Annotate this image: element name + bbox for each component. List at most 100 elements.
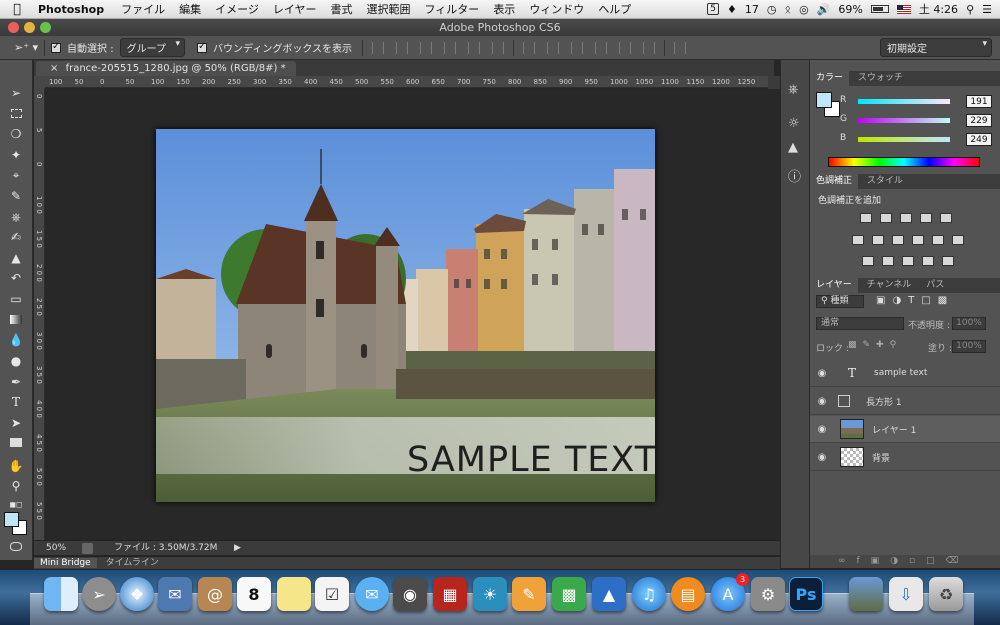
layer-name[interactable]: レイヤー 1: [872, 423, 916, 436]
color-balance-icon[interactable]: [872, 235, 884, 245]
path-selection-tool-icon[interactable]: ➤: [6, 414, 26, 432]
app-menu[interactable]: Photoshop: [34, 3, 114, 16]
canvas-sample-text[interactable]: SAMPLE TEXT: [407, 440, 655, 480]
blue-slider[interactable]: [858, 137, 950, 142]
vertical-ruler[interactable]: 0 5 0 1 0 0 1 5 0 2 0 0 2 5 0 3 0 0 3 5 0 4 0 0 4 …: [34, 88, 45, 540]
status-preview-icon[interactable]: [82, 543, 93, 554]
gradient-tool-icon[interactable]: [6, 311, 26, 329]
foreground-color-swatch[interactable]: [4, 512, 19, 527]
healing-brush-tool-icon[interactable]: ⎈: [6, 208, 26, 226]
menu-type[interactable]: 書式: [324, 1, 360, 17]
selective-color-icon[interactable]: [942, 256, 954, 266]
menu-view[interactable]: 表示: [486, 1, 522, 17]
color-fg-swatch[interactable]: [816, 92, 832, 108]
distribute-hcenter-icon[interactable]: [619, 41, 632, 54]
menu-help[interactable]: ヘルプ: [591, 1, 638, 17]
distribute-left-icon[interactable]: [595, 41, 608, 54]
distribute-bottom-icon[interactable]: [571, 41, 584, 54]
quick-mask-icon[interactable]: [6, 538, 26, 556]
layer-name[interactable]: 長方形 1: [866, 395, 902, 408]
creative-cloud-icon[interactable]: ♦: [727, 3, 737, 16]
time-machine-icon[interactable]: ◷: [767, 3, 777, 16]
input-source-flag-icon[interactable]: [896, 4, 911, 14]
menu-window[interactable]: ウィンドウ: [522, 1, 591, 17]
layer-style-icon[interactable]: f: [857, 556, 871, 566]
layer-name[interactable]: sample text: [874, 368, 927, 378]
finder-icon[interactable]: [44, 577, 78, 611]
photos-stack-icon[interactable]: [849, 577, 883, 611]
app-store-icon[interactable]: A 3: [711, 573, 749, 611]
menu-filter[interactable]: フィルター: [418, 1, 487, 17]
document-canvas[interactable]: SAMPLE TEXT: [156, 129, 655, 502]
menu-select[interactable]: 選択範囲: [360, 1, 418, 17]
tab-paths[interactable]: パス: [920, 278, 950, 293]
history-panel-icon[interactable]: ⎈: [788, 82, 798, 97]
vibrance-icon[interactable]: [940, 213, 952, 223]
threshold-icon[interactable]: [902, 256, 914, 266]
fill-input[interactable]: 100%: [952, 340, 986, 353]
color-spectrum-bar[interactable]: [828, 157, 980, 167]
quick-selection-tool-icon[interactable]: ✦: [6, 146, 26, 164]
itunes-icon[interactable]: ♫: [632, 577, 666, 611]
black-white-icon[interactable]: [892, 235, 904, 245]
link-layers-icon[interactable]: ∞: [838, 556, 857, 566]
type-tool-icon[interactable]: T: [6, 393, 26, 411]
pen-tool-icon[interactable]: ✒: [6, 373, 26, 391]
align-left-icon[interactable]: [444, 41, 457, 54]
new-group-icon[interactable]: ▫: [909, 556, 926, 566]
zoom-tool-icon[interactable]: ⚲: [6, 477, 26, 495]
contacts-icon[interactable]: @: [198, 577, 232, 611]
crop-tool-icon[interactable]: ⌖: [6, 166, 26, 184]
wifi-icon[interactable]: ◎: [799, 3, 809, 16]
pages-icon[interactable]: ✎: [512, 577, 546, 611]
filter-shape-icon[interactable]: □: [921, 295, 937, 306]
tab-timeline[interactable]: タイムライン: [100, 558, 165, 568]
trash-icon[interactable]: ♻: [929, 577, 963, 611]
align-right-icon[interactable]: [492, 41, 505, 54]
dodge-tool-icon[interactable]: ●: [6, 352, 26, 370]
launchpad-icon[interactable]: ➢: [82, 577, 116, 611]
clock[interactable]: 土 4:26: [919, 1, 958, 17]
gradient-map-icon[interactable]: [922, 256, 934, 266]
green-value[interactable]: 229: [966, 114, 992, 127]
horizontal-ruler[interactable]: 100 50 0 50 100 150 200 250 300 350 400 450 500 550 60…: [45, 76, 780, 88]
blur-tool-icon[interactable]: 💧: [6, 331, 26, 349]
histogram-panel-icon[interactable]: ▲: [788, 140, 798, 155]
channel-mixer-icon[interactable]: [932, 235, 944, 245]
tab-adjustments[interactable]: 色調補正: [810, 174, 859, 189]
distribute-vcenter-icon[interactable]: [547, 41, 560, 54]
align-top-icon[interactable]: [372, 41, 385, 54]
opacity-input[interactable]: 100%: [952, 317, 986, 330]
menu-image[interactable]: イメージ: [208, 1, 266, 17]
tab-layers[interactable]: レイヤー: [810, 278, 858, 293]
visibility-eye-icon[interactable]: ◉: [810, 452, 834, 463]
eraser-tool-icon[interactable]: ▭: [6, 290, 26, 308]
close-window-icon[interactable]: [8, 22, 19, 33]
move-tool-preset-icon[interactable]: ➢⁺ ▾: [14, 41, 38, 54]
eyedropper-tool-icon[interactable]: ✎: [6, 187, 26, 205]
battery-percent[interactable]: 69%: [838, 3, 862, 16]
photo-filter-icon[interactable]: [912, 235, 924, 245]
invert-icon[interactable]: [862, 256, 874, 266]
visibility-eye-icon[interactable]: ◉: [810, 396, 834, 407]
visibility-eye-icon[interactable]: ◉: [810, 424, 834, 435]
photo-booth-icon[interactable]: ▦: [433, 577, 467, 611]
layer-row-shape[interactable]: ◉ 長方形 1: [810, 388, 1000, 415]
system-preferences-icon[interactable]: ⚙: [751, 577, 785, 611]
zoom-window-icon[interactable]: [40, 22, 51, 33]
calendar-icon[interactable]: 8: [237, 577, 271, 611]
red-slider[interactable]: [858, 99, 950, 104]
volume-icon[interactable]: 🔊: [817, 3, 831, 16]
distribute-top-icon[interactable]: [523, 41, 536, 54]
hand-tool-icon[interactable]: ✋: [6, 457, 26, 475]
tab-color[interactable]: カラー: [810, 71, 850, 86]
curves-icon[interactable]: [900, 213, 912, 223]
layer-row-text[interactable]: ◉ T sample text: [810, 360, 1000, 387]
hue-saturation-icon[interactable]: [852, 235, 864, 245]
keynote-icon[interactable]: ▲: [592, 577, 626, 611]
layer-mask-icon[interactable]: ▣: [871, 556, 891, 566]
layer-filter-kind[interactable]: ⚲ 種類: [816, 295, 864, 308]
distribute-right-icon[interactable]: [643, 41, 656, 54]
layer-row-image[interactable]: ◉ レイヤー 1: [810, 416, 1000, 443]
color-lookup-icon[interactable]: [952, 235, 964, 245]
